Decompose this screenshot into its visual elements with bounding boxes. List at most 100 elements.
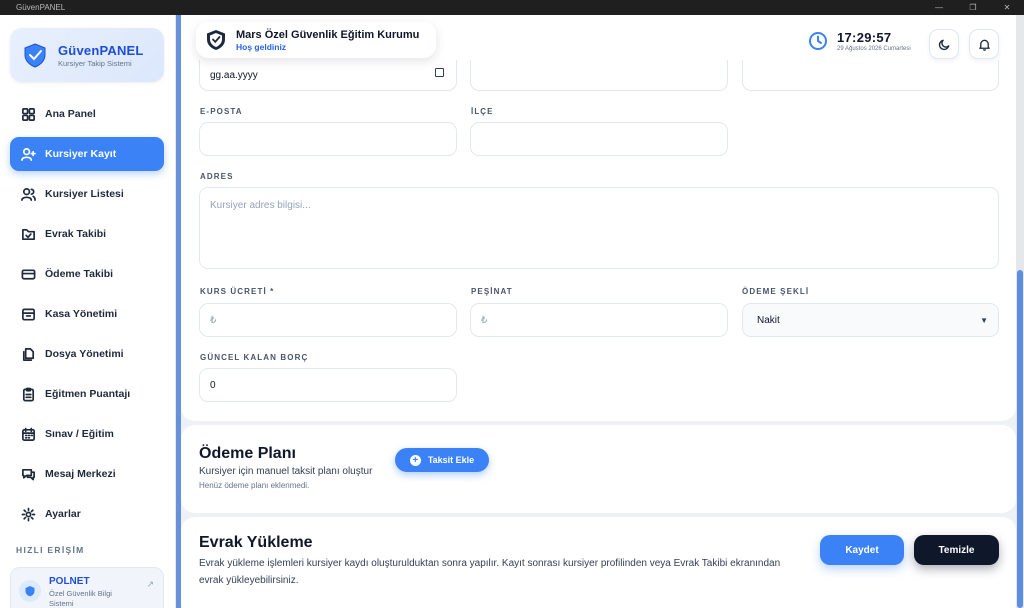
sidebar-item-kursiyer-kayit[interactable]: Kursiyer Kayıt: [10, 137, 164, 171]
theme-toggle-button[interactable]: [929, 29, 959, 59]
sidebar-item-label: Evrak Takibi: [45, 228, 107, 240]
scrollbar-thumb[interactable]: [1017, 270, 1023, 608]
sidebar-item-kursiyer-listesi[interactable]: Kursiyer Listesi: [10, 177, 164, 211]
email-field[interactable]: [199, 122, 457, 156]
window-titlebar: GüvenPANEL — ❐ ✕: [0, 0, 1024, 15]
payment-plan-empty: Henüz ödeme planı eklenmedi.: [199, 481, 310, 490]
brand-card[interactable]: GüvenPANEL Kursiyer Takip Sistemi: [10, 28, 164, 82]
shield-icon: [19, 580, 41, 602]
notifications-button[interactable]: [969, 29, 999, 59]
down-payment-label: PEŞİNAT: [471, 287, 513, 296]
document-upload-card: Evrak Yükleme Evrak yükleme işlemleri ku…: [181, 517, 1016, 608]
district-field[interactable]: [470, 122, 728, 156]
sidebar: GüvenPANEL Kursiyer Takip Sistemi Ana Pa…: [0, 15, 176, 608]
payment-method-select[interactable]: Nakit ▼: [742, 303, 999, 337]
email-label: E-POSTA: [200, 107, 243, 116]
payment-plan-title: Ödeme Planı: [199, 445, 296, 462]
currency-symbol: ₺: [210, 314, 217, 326]
calendar-icon: [22, 427, 35, 441]
add-installment-button[interactable]: + Taksit Ekle: [395, 448, 489, 472]
clipboard-icon: [22, 387, 35, 401]
sidebar-item-evrak-takibi[interactable]: Evrak Takibi: [10, 217, 164, 251]
quick-access-description: Özel Güvenlik Bilgi Sistemi: [49, 589, 112, 608]
moon-icon: [938, 39, 949, 50]
add-installment-label: Taksit Ekle: [427, 455, 475, 465]
payment-plan-card: Ödeme Planı Kursiyer için manuel taksit …: [181, 425, 1016, 513]
brand-subtitle: Kursiyer Takip Sistemi: [58, 58, 132, 68]
sidebar-item-label: Kasa Yönetimi: [45, 308, 118, 320]
close-button[interactable]: ✕: [990, 0, 1024, 15]
main-scrollbar[interactable]: [1016, 15, 1024, 608]
minimize-button[interactable]: —: [922, 0, 956, 15]
payment-plan-description: Kursiyer için manuel taksit planı oluştu…: [199, 466, 373, 477]
address-placeholder: Kursiyer adres bilgisi...: [210, 200, 311, 211]
sidebar-item-ayarlar[interactable]: Ayarlar: [10, 497, 164, 531]
sidebar-item-label: Eğitmen Puantajı: [45, 388, 131, 400]
clock-time: 17:29:57: [837, 30, 892, 45]
shield-logo-icon: [207, 30, 225, 50]
course-fee-label: KURS ÜCRETİ *: [200, 287, 275, 296]
remaining-debt-value: 0: [210, 379, 216, 391]
window-title: GüvenPANEL: [16, 3, 66, 12]
partial-field-middle[interactable]: [470, 60, 728, 91]
welcome-text: Hoş geldiniz: [236, 41, 287, 52]
down-payment-field[interactable]: ₺: [470, 303, 728, 337]
sidebar-item-label: Kursiyer Listesi: [45, 188, 124, 200]
sidebar-item-egitmen-puantaji[interactable]: Eğitmen Puantajı: [10, 377, 164, 411]
clock-widget: 17:29:57 29 Ağustos 2026 Cumartesi: [808, 30, 911, 52]
address-label: ADRES: [200, 172, 234, 181]
organization-card: Mars Özel Güvenlik Eğitim Kurumu Hoş gel…: [196, 22, 436, 58]
sidebar-item-label: Ayarlar: [45, 508, 81, 520]
users-icon: [21, 187, 36, 201]
sidebar-nav: Ana Panel Kursiyer Kayıt Kursiyer Listes…: [10, 97, 164, 537]
sidebar-item-sinav-egitim[interactable]: Sınav / Eğitim: [10, 417, 164, 451]
sidebar-item-dosya-yonetimi[interactable]: Dosya Yönetimi: [10, 337, 164, 371]
grid-icon: [22, 107, 35, 121]
archive-icon: [22, 308, 35, 320]
payment-method-value: Nakit: [757, 314, 780, 326]
clear-button[interactable]: Temizle: [914, 535, 999, 565]
folder-check-icon: [22, 228, 35, 240]
sidebar-item-label: Mesaj Merkezi: [45, 468, 116, 480]
quick-access-title: HIZLI ERİŞİM: [16, 545, 85, 555]
payment-method-label: ÖDEME ŞEKLİ: [742, 287, 810, 296]
sidebar-item-label: Ödeme Takibi: [45, 268, 114, 280]
sidebar-item-odeme-takibi[interactable]: Ödeme Takibi: [10, 257, 164, 291]
files-icon: [22, 347, 35, 361]
sidebar-item-ana-panel[interactable]: Ana Panel: [10, 97, 164, 131]
remaining-debt-label: GÜNCEL KALAN BORÇ: [200, 353, 309, 362]
document-upload-description: Evrak yükleme işlemleri kursiyer kaydı o…: [199, 558, 781, 586]
address-textarea[interactable]: Kursiyer adres bilgisi...: [199, 187, 999, 269]
brand-title: GüvenPANEL: [58, 42, 144, 58]
window-controls: — ❐ ✕: [922, 0, 1024, 15]
sidebar-item-mesaj-merkezi[interactable]: Mesaj Merkezi: [10, 457, 164, 491]
gear-icon: [21, 507, 36, 521]
sidebar-item-kasa-yonetimi[interactable]: Kasa Yönetimi: [10, 297, 164, 331]
credit-card-icon: [21, 268, 36, 280]
sidebar-item-label: Kursiyer Kayıt: [45, 148, 117, 160]
sidebar-item-label: Dosya Yönetimi: [45, 348, 124, 360]
maximize-button[interactable]: ❐: [956, 0, 990, 15]
course-fee-field[interactable]: ₺: [199, 303, 457, 337]
clock-icon: [809, 32, 827, 50]
organization-name: Mars Özel Güvenlik Eğitim Kurumu: [236, 28, 420, 41]
sidebar-item-label: Sınav / Eğitim: [45, 428, 114, 440]
bell-icon: [978, 39, 990, 51]
clock-date: 29 Ağustos 2026 Cumartesi: [837, 46, 911, 52]
external-link-icon: ↗: [146, 579, 154, 589]
main-content: gg.aa.yyyy E-POSTA İLÇE ADRES Kursiyer a…: [181, 15, 1016, 608]
shield-logo-icon: [24, 43, 46, 68]
remaining-debt-field[interactable]: 0: [199, 368, 457, 402]
partial-field-right[interactable]: [742, 60, 999, 91]
quick-access-polnet[interactable]: POLNET Özel Güvenlik Bilgi Sistemi ↗: [10, 567, 164, 608]
save-button[interactable]: Kaydet: [820, 535, 904, 565]
chevron-down-icon: ▼: [980, 316, 988, 325]
calendar-picker-icon[interactable]: [435, 68, 444, 77]
registration-form-card: gg.aa.yyyy E-POSTA İLÇE ADRES Kursiyer a…: [181, 15, 1016, 421]
sidebar-item-label: Ana Panel: [45, 108, 96, 120]
district-label: İLÇE: [471, 107, 494, 116]
date-field-value: gg.aa.yyyy: [210, 69, 258, 81]
message-icon: [22, 468, 35, 480]
date-field[interactable]: gg.aa.yyyy: [199, 60, 457, 91]
document-upload-title: Evrak Yükleme: [199, 534, 313, 551]
